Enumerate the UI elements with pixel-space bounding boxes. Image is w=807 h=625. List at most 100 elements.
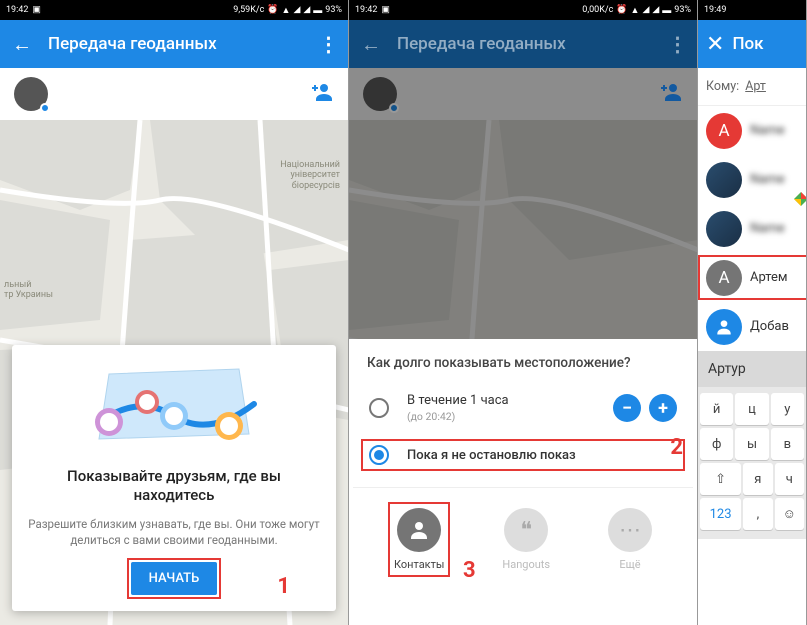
key[interactable]: ч <box>775 463 804 495</box>
avatar-photo <box>706 162 742 198</box>
app-bar-title: Пок <box>724 34 798 54</box>
notif-icon: ▣ <box>381 5 390 15</box>
overflow-menu-button[interactable]: ⋮ <box>667 32 687 56</box>
add-person-icon <box>706 309 742 345</box>
signal-icon: ◢ <box>642 5 649 15</box>
alarm-icon: ⏰ <box>267 5 278 15</box>
contact-row[interactable]: Name <box>698 204 806 253</box>
battery-icon: ▬ <box>313 5 322 16</box>
map-area[interactable]: Как долго показывать местоположение? В т… <box>349 120 697 625</box>
sub-bar <box>349 68 697 120</box>
onboarding-card: Показывайте друзьям, где вы находитесь Р… <box>12 345 336 611</box>
target-contacts[interactable]: Контакты <box>394 508 445 571</box>
status-time: 19:42 <box>6 5 28 15</box>
annotation-number: 3 <box>463 558 476 583</box>
add-person-button[interactable] <box>310 82 334 107</box>
avatar-photo <box>706 211 742 247</box>
battery-icon: ▬ <box>662 5 671 16</box>
contact-name: Добав <box>750 319 789 334</box>
avatar-letter-icon: А <box>706 260 742 296</box>
to-chip: Арт <box>745 79 766 94</box>
to-label: Кому: <box>706 79 739 94</box>
user-avatar[interactable] <box>363 77 397 111</box>
status-dot-icon <box>389 103 399 113</box>
status-dot-icon <box>40 103 50 113</box>
option-until-stop[interactable]: Пока я не остановлю показ <box>353 437 693 473</box>
map-label: Національний університет біоресурсів <box>280 160 340 191</box>
annotation-number: 1 <box>277 574 290 599</box>
hangouts-icon: ❝ <box>504 508 548 552</box>
close-button[interactable]: ✕ <box>706 32 724 57</box>
avatar-letter-icon: А <box>706 113 742 149</box>
alarm-icon: ⏰ <box>616 5 627 15</box>
status-battery: 93% <box>325 5 342 15</box>
key[interactable]: ы <box>735 428 768 460</box>
key-shift[interactable]: ⇧ <box>700 463 741 495</box>
contact-row[interactable]: Name <box>698 155 806 204</box>
contact-name: Name <box>750 172 785 187</box>
target-more[interactable]: ⋯ Ещё <box>608 508 652 571</box>
user-avatar[interactable] <box>14 77 48 111</box>
person-icon <box>397 508 441 552</box>
notif-icon: ▣ <box>32 5 41 15</box>
key-123[interactable]: 123 <box>700 498 741 530</box>
status-bar: 19:49 <box>698 0 806 20</box>
app-bar: ← Передача геоданных ⋮ <box>0 20 348 68</box>
contact-row-add[interactable]: Добав <box>698 302 806 351</box>
contact-name: Name <box>750 221 785 236</box>
status-bar: 19:42▣ 0,00K/c ⏰ ▲ ◢ ◢ ▬ 93% <box>349 0 697 20</box>
start-button[interactable]: НАЧАТЬ <box>131 562 218 595</box>
option-sublabel: (до 20:42) <box>407 410 605 423</box>
target-label: Hangouts <box>502 558 550 571</box>
signal-icon: ◢ <box>652 5 659 15</box>
app-bar-title: Передача геоданных <box>383 34 667 54</box>
key[interactable]: я <box>743 463 772 495</box>
back-button[interactable]: ← <box>359 32 383 57</box>
target-label: Контакты <box>394 558 445 571</box>
target-label: Ещё <box>608 558 652 571</box>
to-field[interactable]: Кому: Арт <box>698 68 806 106</box>
signal-icon: ◢ <box>293 5 300 15</box>
status-time: 19:42 <box>355 5 377 15</box>
share-targets-row: Контакты ❝ Hangouts ⋯ Ещё <box>353 487 693 571</box>
card-heading: Показывайте друзьям, где вы находитесь <box>28 467 320 506</box>
map-label: льный тр Украины <box>4 280 53 301</box>
keyboard: й ц у ф ы в ⇧ я ч 123 , ☺ <box>698 387 806 539</box>
app-bar-title: Передача геоданных <box>34 34 318 54</box>
add-person-button[interactable] <box>659 82 683 107</box>
key[interactable]: ц <box>735 393 768 425</box>
status-bar: 19:42▣ 9,59K/c ⏰ ▲ ◢ ◢ ▬ 93% <box>0 0 348 20</box>
key[interactable]: й <box>700 393 733 425</box>
option-1-hour[interactable]: В течение 1 часа (до 20:42) − + <box>353 385 693 431</box>
key[interactable]: в <box>771 428 804 460</box>
contact-name: Name <box>750 123 785 138</box>
key-emoji[interactable]: ☺ <box>775 498 804 530</box>
key-comma[interactable]: , <box>743 498 772 530</box>
annotation-number: 2 <box>670 435 683 460</box>
card-body: Разрешите близким узнавать, где вы. Они … <box>28 516 320 548</box>
screen-3: 19:49 ✕ Пок Кому: Арт А Name Name Name А… <box>698 0 807 625</box>
bottom-sheet: Как долго показывать местоположение? В т… <box>349 339 697 625</box>
key[interactable]: у <box>771 393 804 425</box>
screen-2: 19:42▣ 0,00K/c ⏰ ▲ ◢ ◢ ▬ 93% ← Передача … <box>349 0 698 625</box>
key[interactable]: ф <box>700 428 733 460</box>
back-button[interactable]: ← <box>10 32 34 57</box>
app-bar: ✕ Пок <box>698 20 806 68</box>
illustration <box>28 363 320 455</box>
target-hangouts[interactable]: ❝ Hangouts <box>502 508 550 571</box>
contact-row[interactable]: А Name <box>698 106 806 155</box>
option-label: В течение 1 часа <box>407 393 605 408</box>
keyboard-suggestion[interactable]: Артур <box>698 351 806 387</box>
map-area[interactable]: Національний університет біоресурсів льн… <box>0 120 348 625</box>
status-battery: 93% <box>674 5 691 15</box>
sub-bar <box>0 68 348 120</box>
plus-button[interactable]: + <box>649 394 677 422</box>
option-label: Пока я не остановлю показ <box>407 448 677 463</box>
contact-row-selected[interactable]: А Артем <box>698 253 806 302</box>
contact-name: Артем <box>750 270 788 285</box>
screen-1: 19:42▣ 9,59K/c ⏰ ▲ ◢ ◢ ▬ 93% ← Передача … <box>0 0 349 625</box>
minus-button[interactable]: − <box>613 394 641 422</box>
sheet-question: Как долго показывать местоположение? <box>353 355 693 385</box>
signal-icon: ◢ <box>303 5 310 15</box>
overflow-menu-button[interactable]: ⋮ <box>318 32 338 56</box>
